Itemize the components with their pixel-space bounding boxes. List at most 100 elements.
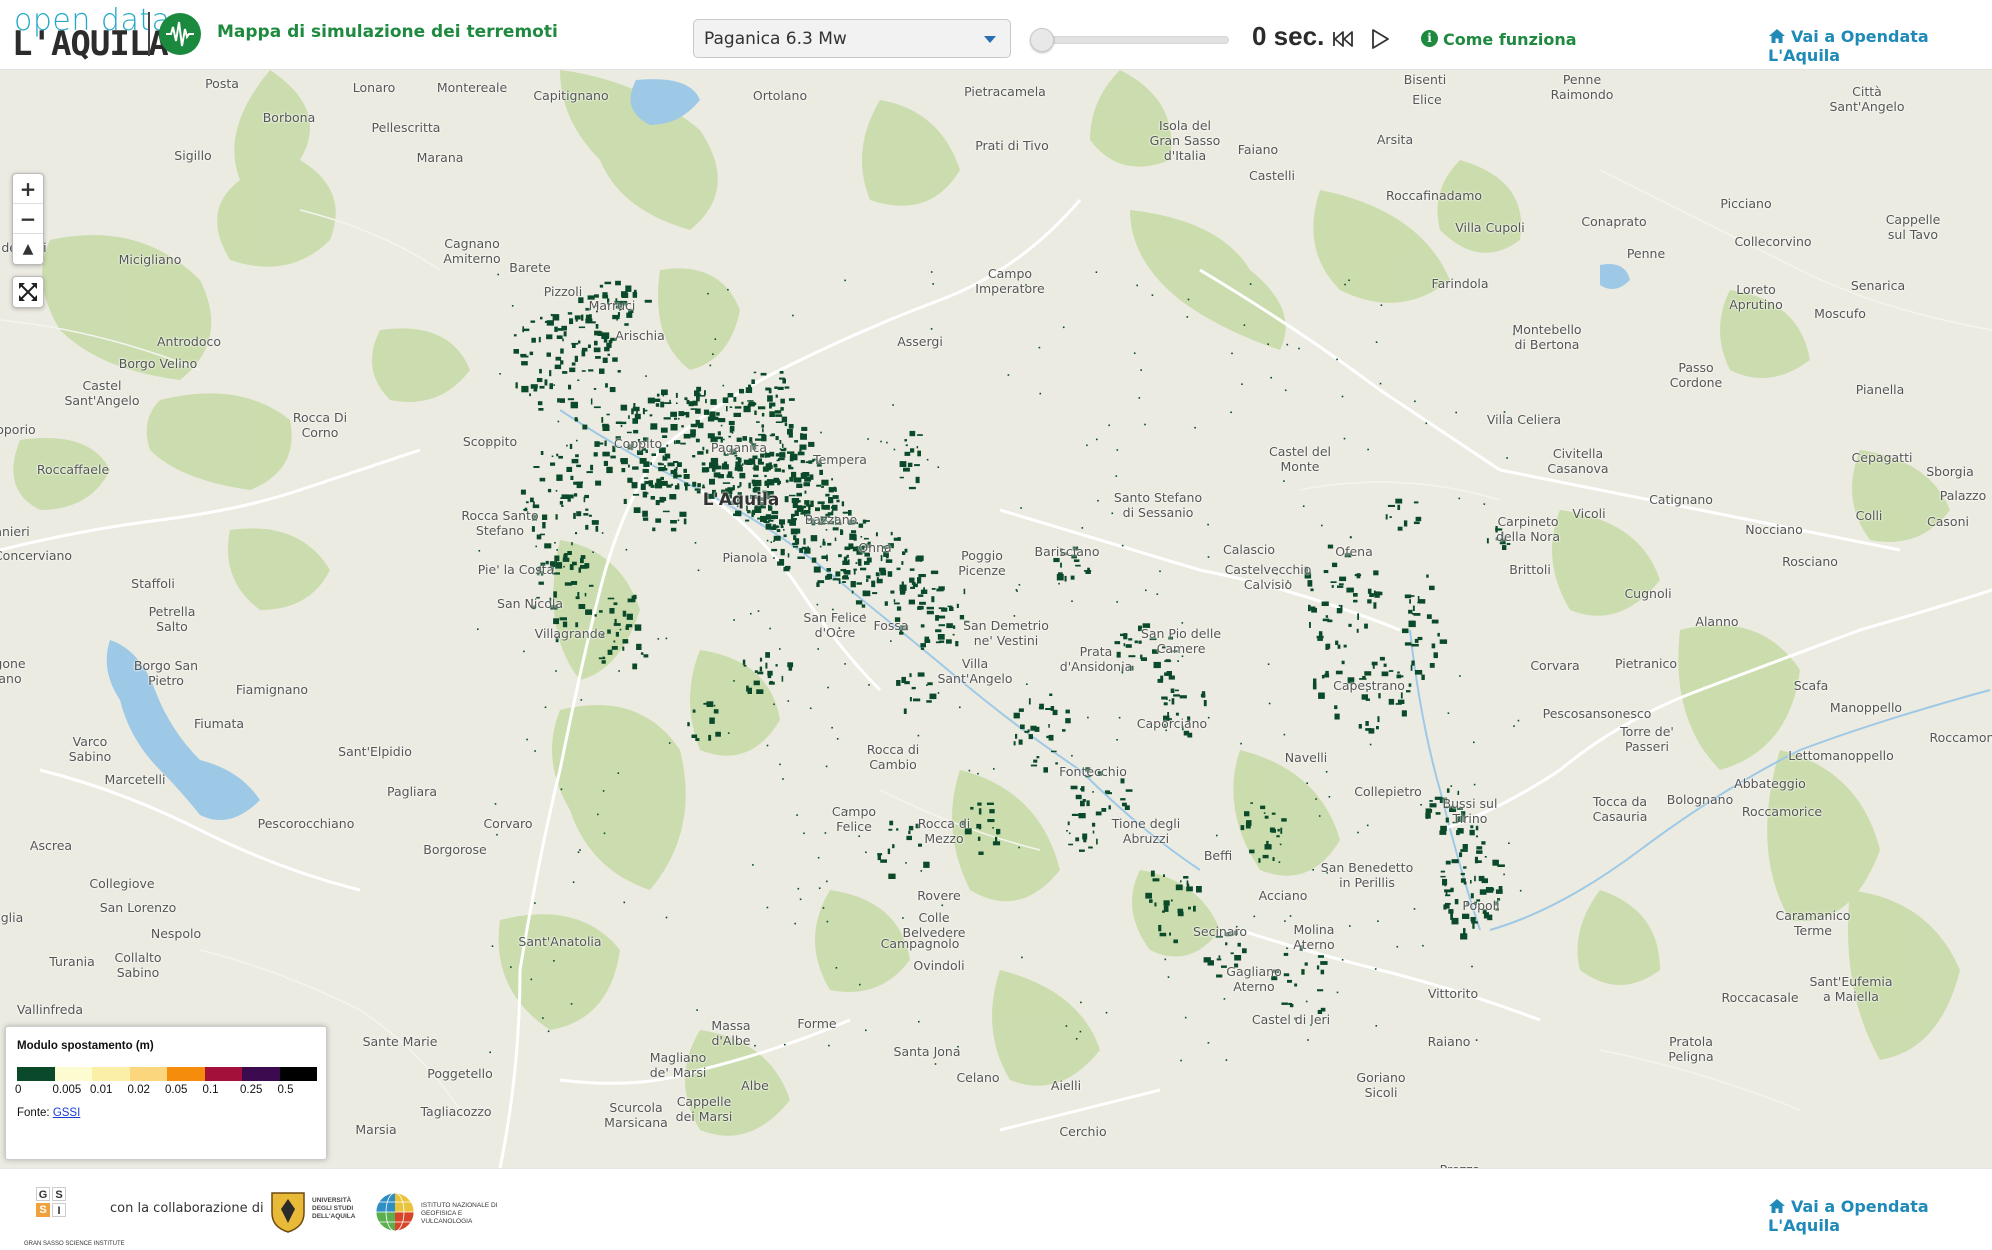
displacement-cell bbox=[513, 334, 517, 337]
displacement-cell bbox=[1411, 612, 1415, 615]
displacement-cell bbox=[769, 627, 771, 630]
displacement-cell bbox=[880, 555, 883, 562]
displacement-cell bbox=[1051, 750, 1057, 753]
displacement-cell bbox=[776, 459, 780, 462]
displacement-cell bbox=[1408, 683, 1412, 687]
displacement-cell bbox=[664, 402, 672, 404]
displacement-cell bbox=[799, 548, 804, 553]
time-slider-track[interactable] bbox=[1031, 36, 1229, 44]
play-button[interactable] bbox=[1367, 26, 1393, 52]
displacement-cell bbox=[1456, 830, 1460, 836]
displacement-cell bbox=[773, 703, 775, 706]
displacement-cell bbox=[1013, 741, 1016, 746]
displacement-cell bbox=[574, 417, 578, 421]
displacement-cell bbox=[831, 478, 833, 481]
displacement-cell bbox=[779, 452, 786, 458]
reset-north-button[interactable]: ▲ bbox=[13, 234, 43, 264]
gssi-logo[interactable]: G S S I bbox=[36, 1187, 80, 1237]
zoom-in-button[interactable]: + bbox=[13, 174, 43, 204]
how-it-works-link[interactable]: Come funziona bbox=[1443, 30, 1577, 49]
displacement-cell bbox=[930, 570, 939, 575]
displacement-cell bbox=[1283, 733, 1286, 736]
displacement-cell bbox=[815, 507, 820, 512]
displacement-cell bbox=[747, 400, 754, 402]
displacement-cell bbox=[1316, 635, 1324, 639]
displacement-cell bbox=[665, 454, 669, 459]
footer-opendata-link[interactable]: Vai a Opendata L'Aquila bbox=[1768, 1197, 1992, 1235]
university-crest-icon[interactable] bbox=[268, 1189, 308, 1233]
displacement-cell bbox=[1263, 812, 1266, 814]
displacement-cell bbox=[783, 534, 787, 538]
displacement-cell bbox=[1173, 939, 1178, 944]
logo-laquila[interactable]: L'AQUILA bbox=[12, 26, 169, 62]
displacement-cell bbox=[1473, 741, 1475, 744]
app-title: Mappa di simulazione dei terremoti bbox=[217, 22, 558, 42]
displacement-cell bbox=[1283, 973, 1290, 977]
displacement-cell bbox=[1353, 593, 1358, 597]
zoom-out-button[interactable]: − bbox=[13, 204, 43, 234]
displacement-cell bbox=[1164, 660, 1172, 662]
displacement-cell bbox=[1188, 906, 1191, 910]
displacement-cell bbox=[1404, 642, 1412, 646]
ingv-globe-icon[interactable] bbox=[374, 1191, 416, 1233]
displacement-cell bbox=[642, 468, 649, 473]
displacement-cell bbox=[1096, 438, 1098, 441]
displacement-cell bbox=[739, 388, 745, 394]
displacement-cell bbox=[1140, 657, 1147, 661]
opendata-link[interactable]: Vai a Opendata L'Aquila bbox=[1768, 27, 1992, 65]
legend-tick-3: 0.02 bbox=[127, 1084, 150, 1096]
scenario-select[interactable]: Paganica 6.3 Mw bbox=[693, 19, 1011, 58]
displacement-cell bbox=[1420, 804, 1422, 806]
displacement-cell bbox=[726, 406, 728, 412]
displacement-cell bbox=[1344, 283, 1346, 286]
displacement-cell bbox=[554, 542, 556, 544]
time-slider-handle[interactable] bbox=[1030, 28, 1054, 52]
displacement-cell bbox=[555, 514, 558, 520]
displacement-cell bbox=[1183, 876, 1189, 879]
displacement-cell bbox=[568, 384, 572, 390]
displacement-cell bbox=[674, 485, 680, 490]
displacement-cell bbox=[784, 496, 789, 503]
displacement-cell bbox=[811, 557, 817, 563]
displacement-cell bbox=[1339, 576, 1347, 582]
displacement-cell bbox=[531, 387, 533, 389]
displacement-cell bbox=[888, 828, 893, 831]
displacement-cell bbox=[543, 479, 545, 482]
displacement-cell bbox=[741, 401, 744, 405]
rewind-button[interactable] bbox=[1330, 26, 1356, 52]
place-label-brittoli: Brittoli bbox=[1509, 562, 1551, 577]
displacement-cell bbox=[1310, 606, 1316, 611]
displacement-cell bbox=[753, 463, 756, 466]
displacement-cell bbox=[986, 802, 994, 805]
displacement-cell bbox=[570, 1003, 573, 1005]
displacement-cell bbox=[591, 520, 599, 525]
displacement-cell bbox=[628, 313, 632, 316]
info-icon[interactable]: i bbox=[1421, 30, 1438, 47]
displacement-cell bbox=[889, 820, 894, 826]
displacement-cell bbox=[710, 399, 717, 405]
displacement-cell bbox=[1167, 976, 1170, 978]
displacement-cell bbox=[1431, 619, 1439, 624]
displacement-cell bbox=[1409, 599, 1411, 604]
displacement-cell bbox=[748, 482, 751, 489]
displacement-cell bbox=[713, 704, 716, 707]
university-name: UNIVERSITÀ DEGLI STUDI DELL'AQUILA bbox=[312, 1197, 356, 1220]
displacement-cell bbox=[987, 819, 995, 823]
place-label-sannicola: San Nicola bbox=[497, 596, 563, 611]
place-label-molina: Molina Aterno bbox=[1293, 922, 1335, 952]
displacement-cell bbox=[692, 481, 697, 487]
displacement-cell bbox=[908, 599, 915, 605]
displacement-cell bbox=[642, 510, 648, 517]
fullscreen-button[interactable] bbox=[12, 276, 44, 308]
displacement-cell bbox=[1309, 622, 1311, 628]
place-label-borbona: Borbona bbox=[262, 110, 316, 125]
gssi-link[interactable]: GSSI bbox=[53, 1107, 80, 1119]
map-view[interactable]: Posta Lonaro Montereale Capitignano Ortolano… bbox=[0, 70, 1992, 1168]
place-label-collalto: Collalto Sabino bbox=[114, 950, 162, 980]
displacement-cell bbox=[650, 462, 652, 466]
displacement-cell bbox=[808, 460, 813, 464]
displacement-cell bbox=[1087, 716, 1089, 719]
displacement-cell bbox=[1429, 663, 1435, 668]
place-label-campoimp: Campo Imperatore bbox=[975, 266, 1045, 296]
place-label-barisciano: Barisciano bbox=[1034, 544, 1100, 559]
